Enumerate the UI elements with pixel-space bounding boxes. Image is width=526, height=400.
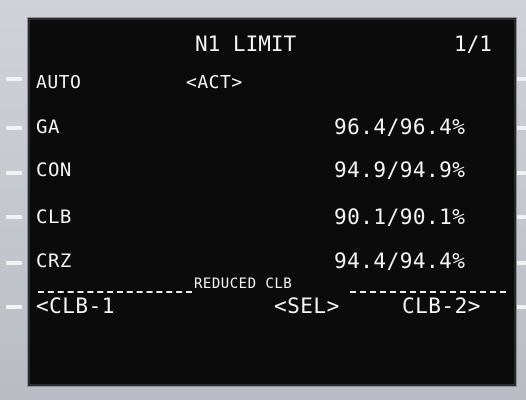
page-number: 1/1 [454,32,492,56]
auto-act-marker: <ACT> [186,72,243,93]
divider-right [350,291,506,293]
con-value[interactable]: 94.9/94.9% [334,160,465,181]
lsk-2l[interactable] [6,126,22,130]
divider-left [38,291,192,293]
lsk-6l[interactable] [6,305,22,309]
lsk-3l[interactable] [6,171,22,175]
page-title: N1 LIMIT [195,32,297,56]
ga-label: GA [36,116,60,138]
auto-label: AUTO [36,72,82,93]
clb-value[interactable]: 90.1/90.1% [334,207,465,228]
sel-marker: <SEL> [274,294,340,318]
con-label: CON [36,159,72,181]
crz-value[interactable]: 94.4/94.4% [334,251,465,272]
lsk-5l[interactable] [6,261,22,265]
lsk-1l[interactable] [6,77,22,81]
lsk-4l[interactable] [6,215,22,219]
cdu-display: N1 LIMIT 1/1 AUTO <ACT> GA 96.4/96.4% CO… [28,18,516,386]
crz-label: CRZ [36,250,72,272]
ga-value[interactable]: 96.4/96.4% [334,117,465,138]
clb-label: CLB [36,206,72,228]
clb-2-option[interactable]: CLB-2> [402,296,481,317]
reduced-clb-header: REDUCED CLB [194,276,293,292]
clb-1-option[interactable]: <CLB-1 [36,296,115,317]
